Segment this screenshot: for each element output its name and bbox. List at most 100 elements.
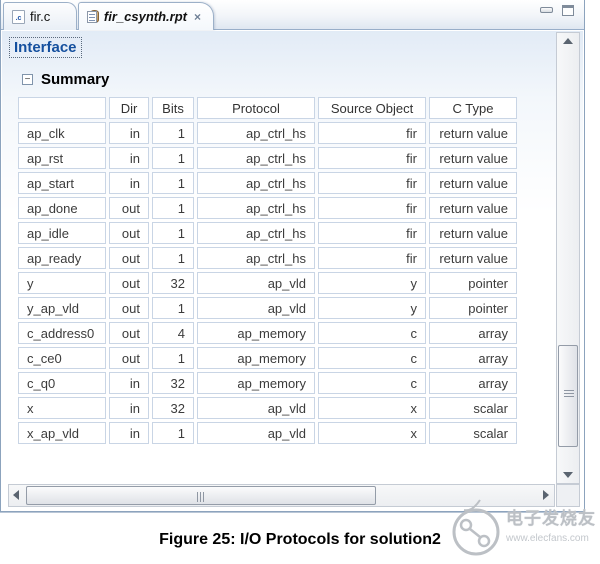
c-file-icon: .c: [12, 10, 25, 24]
summary-heading: Summary: [41, 71, 109, 88]
figure-caption: Figure 25: I/O Protocols for solution2: [0, 531, 600, 549]
summary-section-header: − Summary: [22, 71, 109, 88]
table-cell: c_ce0: [18, 347, 106, 369]
horizontal-scrollbar[interactable]: [8, 484, 555, 507]
table-cell: out: [109, 347, 149, 369]
table-row[interactable]: c_address0out4ap_memorycarray: [18, 322, 517, 344]
maximize-icon[interactable]: [562, 5, 574, 16]
table-cell: return value: [429, 197, 517, 219]
table-cell: ap_rst: [18, 147, 106, 169]
table-cell: in: [109, 397, 149, 419]
table-cell: 4: [152, 322, 194, 344]
table-cell: in: [109, 372, 149, 394]
table-header-row: Dir Bits Protocol Source Object C Type: [18, 97, 517, 119]
table-row[interactable]: ap_startin1ap_ctrl_hsfirreturn value: [18, 172, 517, 194]
table-body: ap_clkin1ap_ctrl_hsfirreturn value ap_rst…: [18, 122, 517, 444]
scrollbar-corner: [556, 484, 580, 507]
table-cell: 1: [152, 347, 194, 369]
table-row[interactable]: x_ap_vldin1ap_vldxscalar: [18, 422, 517, 444]
table-cell: ap_ctrl_hs: [197, 197, 315, 219]
table-cell: fir: [318, 197, 426, 219]
table-cell: fir: [318, 147, 426, 169]
table-cell: x_ap_vld: [18, 422, 106, 444]
table-cell: y: [318, 297, 426, 319]
tab-label: fir_csynth.rpt: [104, 9, 187, 24]
table-cell: out: [109, 272, 149, 294]
table-cell: return value: [429, 222, 517, 244]
table-cell: return value: [429, 172, 517, 194]
io-protocol-table: Dir Bits Protocol Source Object C Type a…: [15, 94, 520, 447]
table-cell: 32: [152, 272, 194, 294]
tab-fir-c[interactable]: .c fir.c: [3, 2, 77, 30]
table-row[interactable]: ap_idleout1ap_ctrl_hsfirreturn value: [18, 222, 517, 244]
table-cell: c_q0: [18, 372, 106, 394]
column-header-bits[interactable]: Bits: [152, 97, 194, 119]
table-cell: out: [109, 322, 149, 344]
table-cell: ap_ctrl_hs: [197, 172, 315, 194]
table-cell: c_address0: [18, 322, 106, 344]
table-cell: x: [318, 397, 426, 419]
table-cell: 1: [152, 147, 194, 169]
tab-fir-csynth-rpt[interactable]: fir_csynth.rpt ×: [78, 2, 214, 30]
table-row[interactable]: c_q0in32ap_memorycarray: [18, 372, 517, 394]
table-cell: x: [18, 397, 106, 419]
report-content: Interface − Summary Dir Bits Protocol So…: [2, 31, 583, 510]
close-icon[interactable]: ×: [194, 11, 201, 23]
table-cell: ap_ctrl_hs: [197, 247, 315, 269]
column-header-dir[interactable]: Dir: [109, 97, 149, 119]
table-row[interactable]: ap_clkin1ap_ctrl_hsfirreturn value: [18, 122, 517, 144]
table-cell: x: [318, 422, 426, 444]
scroll-left-icon[interactable]: [9, 485, 25, 506]
table-cell: 1: [152, 422, 194, 444]
table-row[interactable]: ap_rstin1ap_ctrl_hsfirreturn value: [18, 147, 517, 169]
table-cell: ap_vld: [197, 297, 315, 319]
table-row[interactable]: c_ce0out1ap_memorycarray: [18, 347, 517, 369]
table-cell: ap_vld: [197, 397, 315, 419]
table-cell: array: [429, 347, 517, 369]
table-cell: in: [109, 172, 149, 194]
scroll-down-icon[interactable]: [557, 467, 579, 483]
minimize-icon[interactable]: [540, 7, 553, 13]
table-cell: in: [109, 147, 149, 169]
collapse-icon[interactable]: −: [22, 74, 33, 85]
table-cell: ap_memory: [197, 322, 315, 344]
table-cell: out: [109, 197, 149, 219]
table-cell: 32: [152, 372, 194, 394]
scroll-up-icon[interactable]: [557, 33, 579, 49]
table-cell: c: [318, 347, 426, 369]
column-header-c-type[interactable]: C Type: [429, 97, 517, 119]
column-header-source-object[interactable]: Source Object: [318, 97, 426, 119]
table-cell: ap_done: [18, 197, 106, 219]
scroll-right-icon[interactable]: [538, 485, 554, 506]
table-cell: array: [429, 322, 517, 344]
table-cell: 32: [152, 397, 194, 419]
table-cell: out: [109, 247, 149, 269]
table-cell: return value: [429, 122, 517, 144]
table-cell: return value: [429, 147, 517, 169]
table-cell: 1: [152, 172, 194, 194]
table-row[interactable]: yout32ap_vldypointer: [18, 272, 517, 294]
table-cell: ap_start: [18, 172, 106, 194]
interface-heading[interactable]: Interface: [9, 37, 82, 58]
table-cell: y: [318, 272, 426, 294]
column-header-protocol[interactable]: Protocol: [197, 97, 315, 119]
table-row[interactable]: xin32ap_vldxscalar: [18, 397, 517, 419]
table-cell: in: [109, 422, 149, 444]
table-row[interactable]: ap_doneout1ap_ctrl_hsfirreturn value: [18, 197, 517, 219]
table-row[interactable]: y_ap_vldout1ap_vldypointer: [18, 297, 517, 319]
report-file-icon: [87, 9, 99, 24]
table-cell: ap_ctrl_hs: [197, 147, 315, 169]
column-header-name[interactable]: [18, 97, 106, 119]
horizontal-scrollbar-thumb[interactable]: [26, 486, 376, 505]
table-row[interactable]: ap_readyout1ap_ctrl_hsfirreturn value: [18, 247, 517, 269]
table-cell: 1: [152, 247, 194, 269]
vertical-scrollbar-thumb[interactable]: [558, 345, 578, 447]
table-cell: 1: [152, 197, 194, 219]
vertical-scrollbar[interactable]: [556, 32, 580, 484]
table-cell: pointer: [429, 272, 517, 294]
table-cell: return value: [429, 247, 517, 269]
table-cell: 1: [152, 297, 194, 319]
table-cell: array: [429, 372, 517, 394]
table-cell: fir: [318, 222, 426, 244]
report-view-panel: .c fir.c fir_csynth.rpt × Interface −: [0, 0, 585, 512]
